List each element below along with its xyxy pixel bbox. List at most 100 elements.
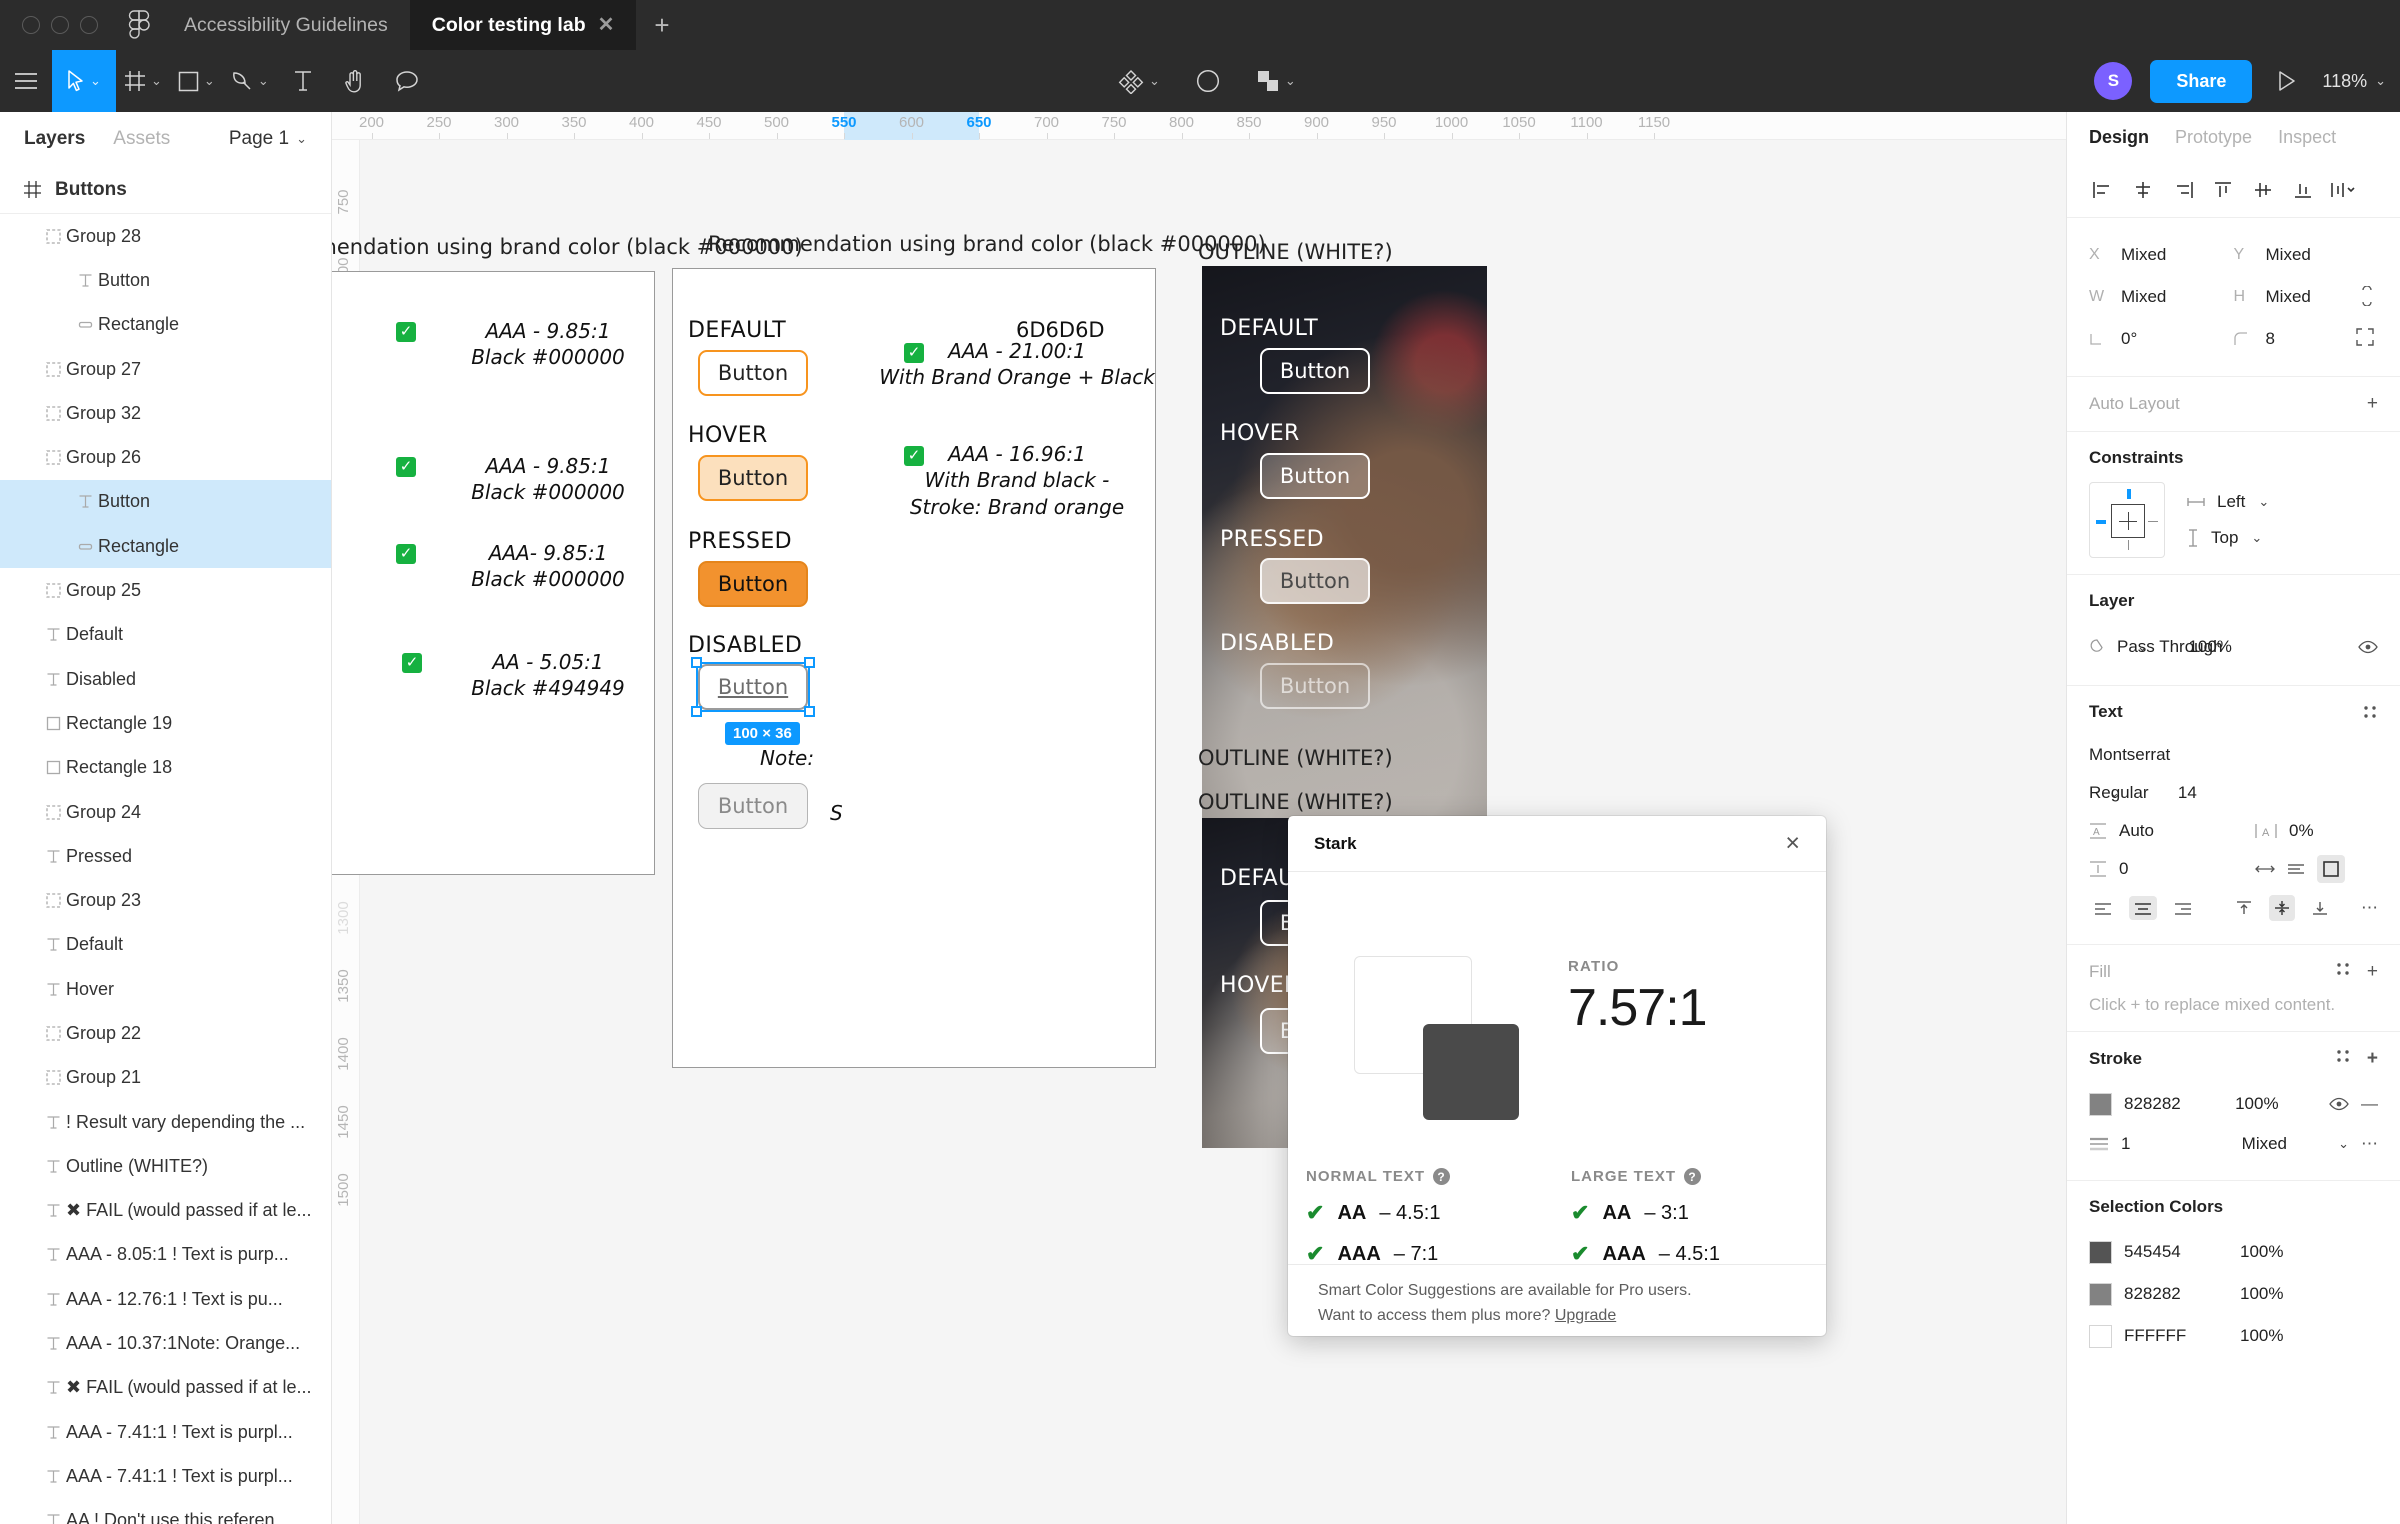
selection-color-swatch[interactable] xyxy=(2089,1282,2112,1306)
main-menu-icon[interactable] xyxy=(0,50,52,112)
text-more-options-icon[interactable]: ⋯ xyxy=(2361,898,2378,918)
upgrade-link[interactable]: Upgrade xyxy=(1555,1307,1616,1324)
independent-corners-icon[interactable] xyxy=(2356,328,2374,346)
layer-item[interactable]: Group 28 xyxy=(0,214,331,258)
selection-color-row[interactable]: 545454 100% xyxy=(2089,1231,2378,1273)
mask-icon[interactable] xyxy=(1182,50,1234,112)
help-icon[interactable]: ? xyxy=(1433,1168,1451,1185)
close-tab-icon[interactable]: ✕ xyxy=(598,15,615,35)
layer-item[interactable]: ✖ FAIL (would passed if at le... xyxy=(0,1366,331,1410)
close-window-dot[interactable] xyxy=(22,16,40,34)
chevron-down-icon[interactable]: ⌄ xyxy=(1285,73,1296,89)
zoom-level-selector[interactable]: 118% ⌄ xyxy=(2322,71,2386,92)
align-text-bottom-icon[interactable] xyxy=(2307,895,2333,921)
layer-item[interactable]: Button xyxy=(0,258,331,302)
layer-item[interactable]: Group 21 xyxy=(0,1056,331,1100)
chevron-down-icon[interactable]: ⌄ xyxy=(258,73,269,89)
layer-item[interactable]: Disabled xyxy=(0,657,331,701)
horizontal-constraint-select[interactable]: Left ⌄ xyxy=(2187,492,2269,512)
layer-item[interactable]: Rectangle xyxy=(0,524,331,569)
w-field[interactable]: W Mixed xyxy=(2089,276,2234,318)
chevron-down-icon[interactable]: ⌄ xyxy=(1149,73,1160,89)
chevron-down-icon[interactable]: ⌄ xyxy=(2258,494,2269,510)
visibility-eye-icon[interactable] xyxy=(2358,640,2378,654)
layer-item[interactable]: AAA - 10.37:1Note: Orange... xyxy=(0,1321,331,1365)
align-text-center-icon[interactable] xyxy=(2129,896,2157,920)
align-text-top-icon[interactable] xyxy=(2231,895,2257,921)
resize-mode-icon[interactable] xyxy=(2255,863,2275,875)
new-tab-button[interactable]: + xyxy=(636,0,687,50)
shape-tool[interactable]: ⌄ xyxy=(170,50,223,112)
layer-item[interactable]: Outline (WHITE?) xyxy=(0,1144,331,1188)
fixed-size-icon[interactable] xyxy=(2317,855,2345,883)
stroke-styles-icon[interactable] xyxy=(2335,1048,2351,1070)
layer-item[interactable]: Rectangle xyxy=(0,303,331,347)
components-icon[interactable]: ⌄ xyxy=(1110,50,1168,112)
align-bottom-icon[interactable] xyxy=(2283,170,2323,210)
stroke-advanced-options-icon[interactable]: ⋯ xyxy=(2361,1134,2378,1154)
layer-item[interactable]: Button xyxy=(0,479,331,525)
tab-color-testing-lab[interactable]: Color testing lab ✕ xyxy=(409,0,637,50)
layer-item[interactable]: AAA - 8.05:1 ! Text is purp... xyxy=(0,1233,331,1277)
help-icon[interactable]: ? xyxy=(1684,1168,1702,1185)
layer-item[interactable]: ! Result vary depending the ... xyxy=(0,1100,331,1144)
button-default[interactable]: Button xyxy=(698,350,808,396)
comment-tool[interactable] xyxy=(381,50,433,112)
photo-button-disabled[interactable]: Button xyxy=(1260,663,1370,709)
align-top-icon[interactable] xyxy=(2203,170,2243,210)
align-text-left-icon[interactable] xyxy=(2089,896,2117,920)
layer-item[interactable]: Group 26 xyxy=(0,435,331,479)
font-weight-size-row[interactable]: Regular ⌄ 14 xyxy=(2089,774,2378,812)
remove-stroke-icon[interactable]: — xyxy=(2361,1094,2378,1114)
blend-mode-row[interactable]: Pass Through ⌄ 100% xyxy=(2089,625,2378,669)
y-field[interactable]: Y Mixed xyxy=(2234,234,2379,276)
selection-color-row[interactable]: 828282 100% xyxy=(2089,1273,2378,1315)
stroke-color-row[interactable]: 828282 100% — xyxy=(2089,1084,2378,1124)
layer-item[interactable]: Rectangle 18 xyxy=(0,746,331,790)
layer-item[interactable]: ✖ FAIL (would passed if at le... xyxy=(0,1189,331,1233)
add-fill-icon[interactable]: + xyxy=(2367,961,2378,983)
chevron-down-icon[interactable]: ⌄ xyxy=(204,73,215,89)
pen-tool[interactable]: ⌄ xyxy=(223,50,277,112)
layer-item[interactable]: Group 32 xyxy=(0,391,331,435)
page-selector[interactable]: Page 1 ⌄ xyxy=(229,128,307,150)
text-alignment-row[interactable]: ⋯ xyxy=(2089,888,2378,928)
foreground-color-swatch[interactable] xyxy=(1423,1024,1519,1120)
chevron-down-icon[interactable]: ⌄ xyxy=(90,73,101,89)
frame-tool[interactable]: ⌄ xyxy=(116,50,170,112)
selection-handle-tl[interactable] xyxy=(691,657,702,668)
stroke-visibility-eye-icon[interactable] xyxy=(2329,1097,2349,1111)
text-styles-icon[interactable] xyxy=(2362,704,2378,720)
x-field[interactable]: X Mixed xyxy=(2089,234,2234,276)
lock-aspect-ratio-icon[interactable] xyxy=(2360,286,2374,306)
move-tool[interactable]: ⌄ xyxy=(52,50,116,112)
layer-item[interactable]: AA ! Don't use this referen... xyxy=(0,1499,331,1524)
align-text-middle-icon[interactable] xyxy=(2269,895,2295,921)
align-horizontal-center-icon[interactable] xyxy=(2123,170,2163,210)
present-icon[interactable] xyxy=(2270,50,2304,112)
close-icon[interactable]: × xyxy=(1785,831,1800,856)
distribute-menu-icon[interactable] xyxy=(2323,170,2363,210)
selection-color-row[interactable]: FFFFFF 100% xyxy=(2089,1315,2378,1357)
maximize-window-dot[interactable] xyxy=(80,16,98,34)
add-auto-layout-icon[interactable]: + xyxy=(2367,393,2378,415)
constraints-widget[interactable] xyxy=(2089,482,2165,558)
tab-layers[interactable]: Layers xyxy=(24,128,85,150)
paragraph-spacing-row[interactable]: 0 xyxy=(2089,850,2378,888)
chevron-down-icon[interactable]: ⌄ xyxy=(2251,530,2262,546)
selection-color-swatch[interactable] xyxy=(2089,1240,2112,1264)
layer-item[interactable]: AAA - 7.41:1 ! Text is purpl... xyxy=(0,1410,331,1454)
tab-accessibility-guidelines[interactable]: Accessibility Guidelines xyxy=(162,0,410,50)
tab-prototype[interactable]: Prototype xyxy=(2175,127,2252,148)
minimize-window-dot[interactable] xyxy=(51,16,69,34)
h-field[interactable]: H Mixed xyxy=(2234,276,2379,318)
auto-height-icon[interactable] xyxy=(2287,862,2305,876)
chevron-down-icon[interactable]: ⌄ xyxy=(2338,1136,2349,1152)
chevron-down-icon[interactable]: ⌄ xyxy=(2109,785,2120,801)
tab-inspect[interactable]: Inspect xyxy=(2278,127,2336,148)
photo-button-pressed[interactable]: Button xyxy=(1260,558,1370,604)
layer-item[interactable]: Pressed xyxy=(0,834,331,878)
fill-styles-icon[interactable] xyxy=(2335,961,2351,983)
layer-item[interactable]: Group 22 xyxy=(0,1011,331,1055)
chevron-down-icon[interactable]: ⌄ xyxy=(2375,73,2386,89)
